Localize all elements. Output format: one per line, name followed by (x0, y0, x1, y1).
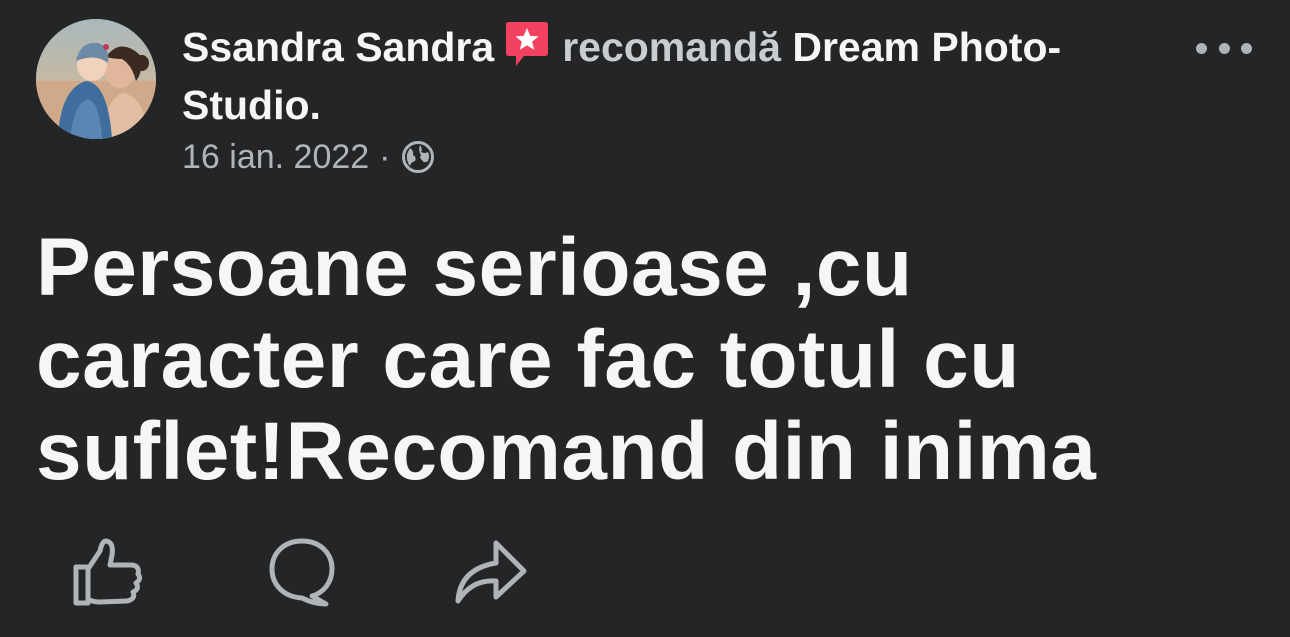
post-body-text: Persoane serioase ,cu caracter care fac … (36, 222, 1097, 497)
post-date[interactable]: 16 ian. 2022 (182, 134, 369, 180)
more-dot-icon (1241, 42, 1252, 54)
more-dot-icon (1218, 42, 1230, 54)
recommendation-post: Ssandra Sandra recomandă Dream Photo-Stu… (0, 0, 1290, 637)
recommend-star-badge-icon (502, 19, 552, 69)
share-arrow-icon (455, 540, 527, 604)
meta-separator: · (379, 138, 391, 176)
like-button[interactable] (70, 535, 146, 607)
comment-bubble-icon (269, 538, 335, 607)
globe-icon (401, 140, 435, 174)
comment-button[interactable] (264, 535, 340, 607)
post-header: Ssandra Sandra recomandă Dream Photo-Stu… (182, 18, 1082, 134)
post-meta: 16 ian. 2022 · (182, 134, 435, 180)
avatar-photo (36, 19, 156, 139)
more-options-button[interactable] (1196, 30, 1252, 66)
author-avatar[interactable] (36, 19, 156, 139)
recommend-verb: recomandă (562, 24, 781, 70)
share-button[interactable] (452, 535, 528, 607)
more-dot-icon (1196, 42, 1207, 54)
thumbs-up-icon (73, 538, 143, 606)
author-name[interactable]: Ssandra Sandra (182, 24, 494, 70)
